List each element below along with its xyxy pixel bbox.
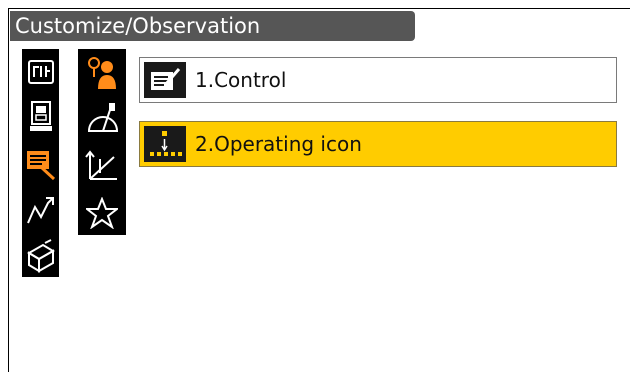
coordinate-axes-icon — [84, 149, 120, 183]
menu-item-label: 1.Control — [195, 68, 287, 92]
menu-item-label: 2.Operating icon — [195, 132, 362, 156]
sidebar-item-keyboard[interactable] — [22, 53, 59, 92]
protractor-icon — [85, 101, 119, 135]
sidebar-item-graph[interactable] — [22, 189, 59, 230]
menu-item-control[interactable]: 1.Control — [139, 57, 617, 103]
surveyor-icon — [85, 55, 119, 91]
instrument-icon — [28, 100, 54, 134]
sidebar-item-toolbox[interactable] — [22, 234, 59, 277]
sidebar-item-surveyor[interactable] — [78, 53, 126, 93]
page-title: Customize/Observation — [10, 11, 415, 41]
operating-icon — [144, 126, 186, 162]
sidebar-item-edit-list[interactable] — [22, 143, 59, 186]
graph-icon — [26, 195, 56, 225]
sidebar-left — [22, 49, 59, 277]
sidebar-item-coordinate-axes[interactable] — [78, 144, 126, 187]
sidebar-item-protractor[interactable] — [78, 97, 126, 140]
keyboard-icon — [27, 59, 55, 85]
edit-list-icon — [25, 147, 57, 181]
menu-item-operating-icon[interactable]: 2.Operating icon — [139, 121, 617, 167]
sidebar-right — [78, 49, 126, 235]
sidebar-item-star[interactable] — [78, 192, 126, 235]
sidebar-item-instrument[interactable] — [22, 96, 59, 139]
control-icon — [144, 62, 186, 98]
toolbox-icon — [25, 238, 57, 273]
star-icon — [86, 197, 118, 230]
